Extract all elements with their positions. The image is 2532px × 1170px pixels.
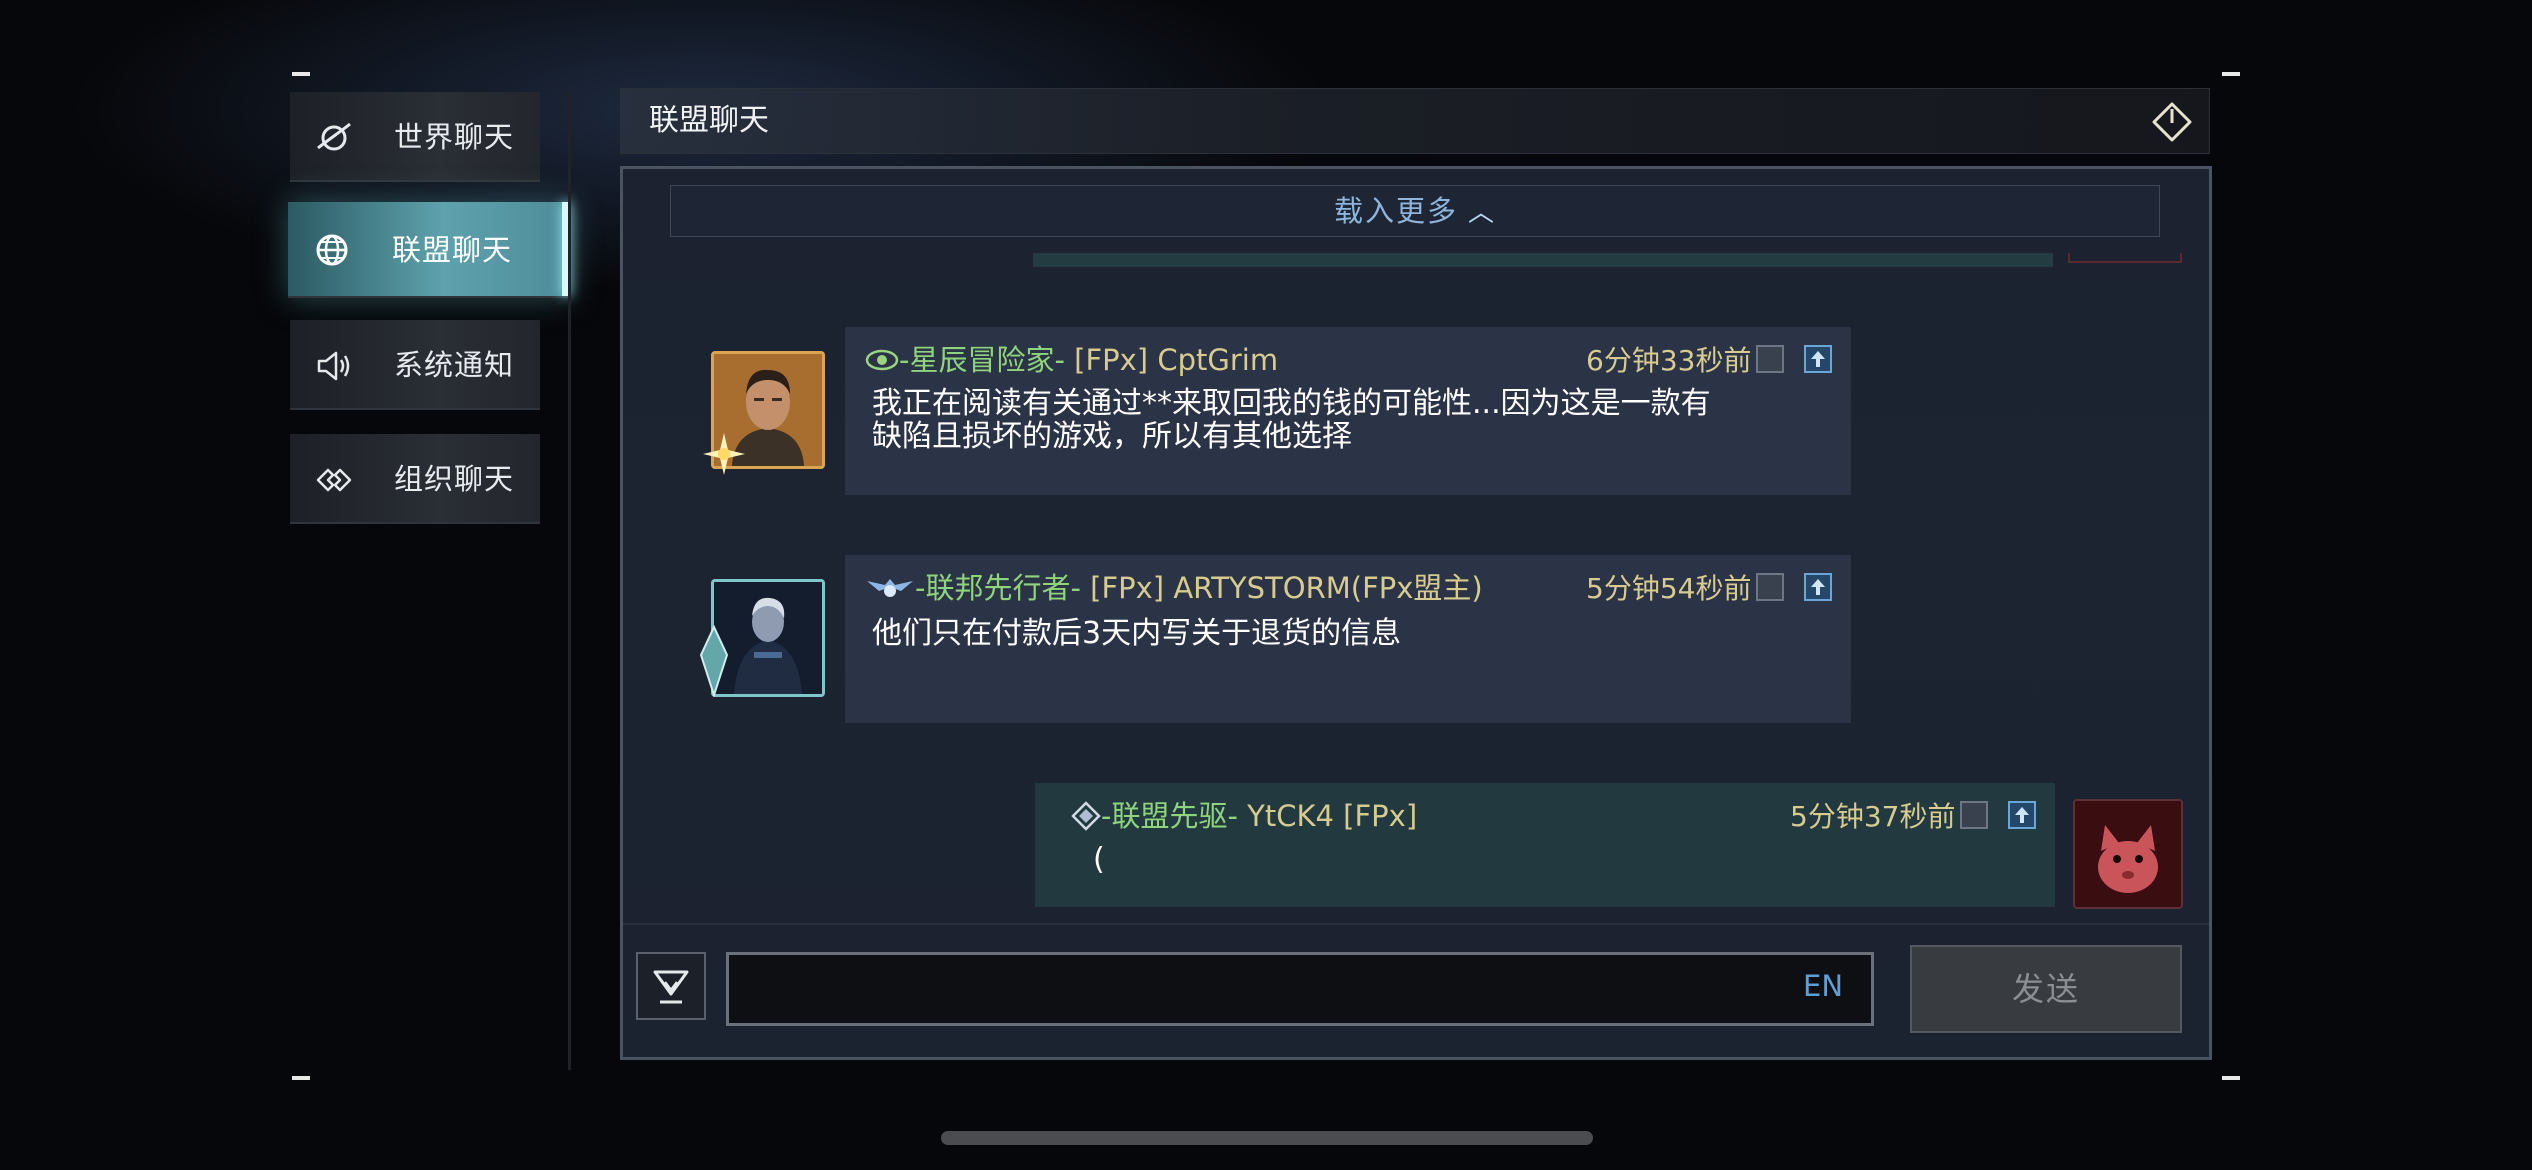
- translate-button[interactable]: [1756, 345, 1784, 373]
- load-more-label: 载入更多: [1333, 194, 1458, 228]
- planet-icon: [317, 122, 351, 151]
- message-header: -联盟先驱- YtCK4 [FPx]: [1071, 793, 1417, 835]
- eye-badge-icon: [865, 349, 899, 371]
- page-title: 联盟聊天: [649, 103, 769, 138]
- arrow-up-icon: [1811, 579, 1825, 595]
- rank-star-icon: [703, 433, 745, 475]
- timestamp: 5分钟54秒前: [1586, 572, 1752, 605]
- message-text: (: [1093, 842, 1105, 877]
- timestamp: 5分钟37秒前: [1790, 800, 1956, 833]
- arrow-up-icon: [1811, 351, 1825, 367]
- frame-corner: [2222, 1076, 2240, 1080]
- emoji-toggle-button[interactable]: [636, 952, 706, 1020]
- timestamp: 6分钟33秒前: [1586, 344, 1752, 377]
- username[interactable]: [FPx] ARTYSTORM(FPx盟主): [1090, 571, 1483, 605]
- frame-corner: [292, 1076, 310, 1080]
- red-cat-avatar: [2075, 801, 2181, 907]
- home-indicator[interactable]: [941, 1131, 1593, 1145]
- input-divider: [623, 923, 2209, 925]
- sidebar-item-label: 组织聊天: [394, 462, 515, 496]
- chat-panel: 载入更多 ︿ -星辰冒险家- [FPx] CptGrim 6分钟33秒前 我正在阅…: [620, 166, 2212, 1060]
- partial-message: [1033, 253, 2053, 267]
- sidebar-item-alliance-chat[interactable]: 联盟聊天: [288, 202, 570, 298]
- arrow-up-icon: [2015, 807, 2029, 823]
- chat-header: 联盟聊天: [620, 88, 2210, 154]
- sidebar-divider: [568, 90, 571, 1070]
- sidebar-item-world-chat[interactable]: 世界聊天: [290, 92, 540, 182]
- load-more-button[interactable]: 载入更多 ︿: [670, 185, 2160, 237]
- chevron-up-icon: ︿: [1468, 198, 1497, 228]
- crystal-rank-icon: [699, 625, 729, 697]
- sidebar-item-org-chat[interactable]: 组织聊天: [290, 434, 540, 524]
- message-text: 我正在阅读有关通过**来取回我的钱的可能性...因为这是一款有: [872, 386, 1711, 421]
- translate-button[interactable]: [1960, 801, 1988, 829]
- send-button[interactable]: 发送: [1910, 945, 2182, 1033]
- pin-up-button[interactable]: [1804, 573, 1832, 601]
- sidebar-item-label: 世界聊天: [394, 120, 515, 154]
- pin-up-button[interactable]: [1804, 345, 1832, 373]
- sidebar-item-label: 系统通知: [394, 348, 515, 382]
- globe-icon: [316, 234, 348, 266]
- game-screen: { "sidebar": { "items": [ {"label": "世界聊…: [0, 0, 2532, 1170]
- red-cat-avatar[interactable]: [2073, 799, 2183, 909]
- translate-button[interactable]: [1756, 573, 1784, 601]
- message-header: -联邦先行者- [FPx] ARTYSTORM(FPx盟主): [865, 565, 1483, 607]
- link-icon: [316, 468, 352, 492]
- diamond-badge-icon: [1071, 801, 1101, 831]
- exit-icon[interactable]: [2151, 101, 2193, 143]
- emoji-toggle-icon: [653, 970, 689, 1004]
- message-header: -星辰冒险家- [FPx] CptGrim: [865, 337, 1278, 379]
- username[interactable]: YtCK4 [FPx]: [1247, 799, 1417, 833]
- speaker-icon: [317, 351, 350, 381]
- frame-corner: [2222, 72, 2240, 76]
- rank-title: -星辰冒险家-: [899, 343, 1065, 377]
- pin-up-button[interactable]: [2008, 801, 2036, 829]
- sidebar-item-label: 联盟聊天: [392, 233, 513, 267]
- chat-input[interactable]: [726, 952, 1874, 1026]
- rank-title: -联盟先驱-: [1101, 799, 1238, 833]
- message-text: 缺陷且损坏的游戏，所以有其他选择: [872, 419, 1352, 454]
- sidebar-item-system-notice[interactable]: 系统通知: [290, 320, 540, 410]
- rank-title: -联邦先行者-: [915, 571, 1081, 605]
- language-indicator[interactable]: EN: [1803, 969, 1843, 1003]
- frame-corner: [292, 72, 310, 76]
- username[interactable]: [FPx] CptGrim: [1074, 343, 1278, 377]
- message-text: 他们只在付款后3天内写关于退货的信息: [872, 616, 1402, 651]
- winged-badge-icon: [867, 579, 913, 597]
- partial-avatar: [2068, 253, 2182, 263]
